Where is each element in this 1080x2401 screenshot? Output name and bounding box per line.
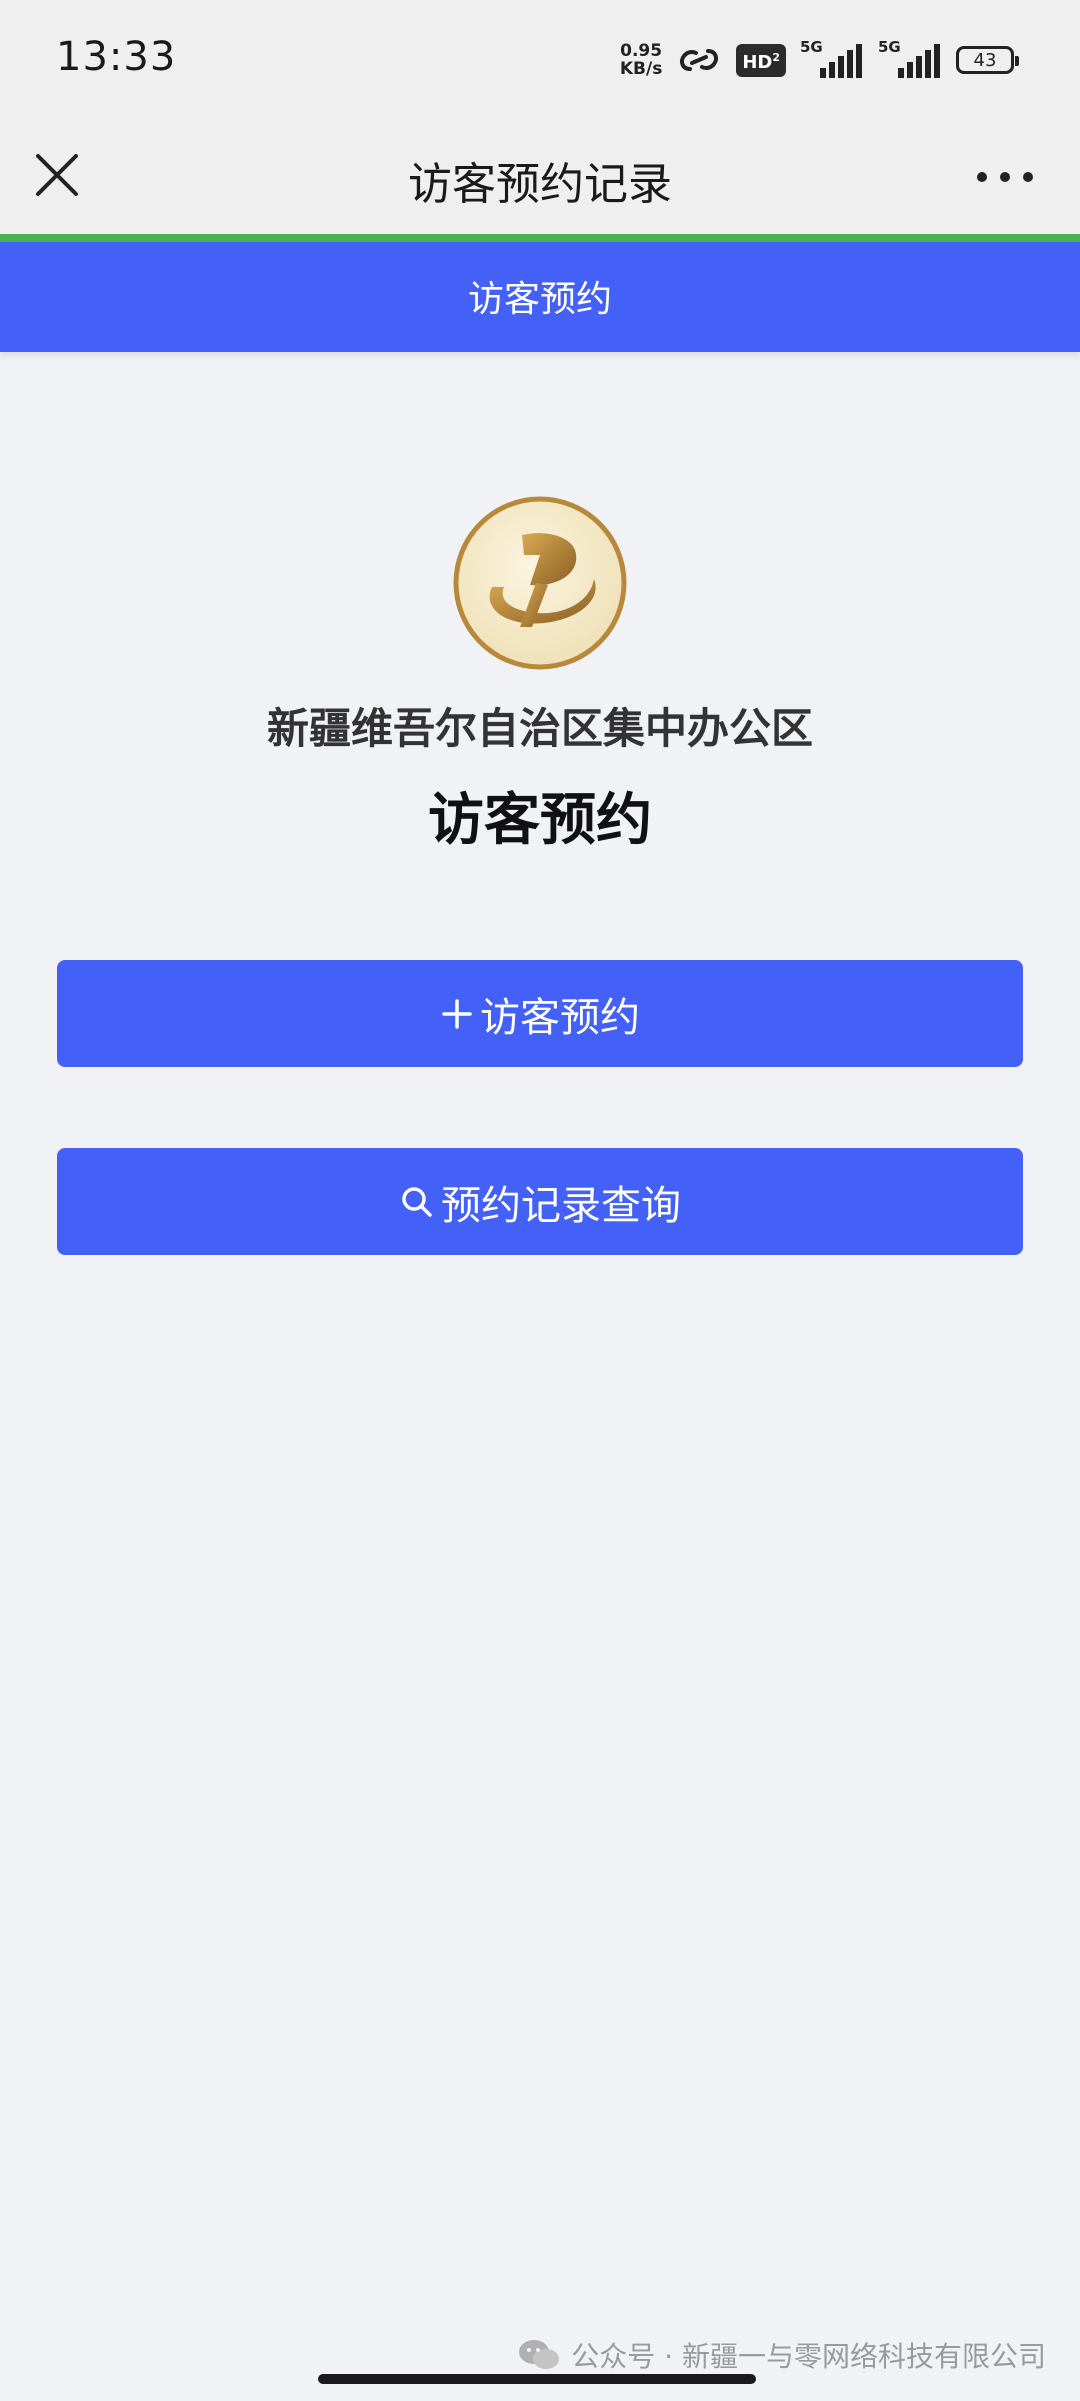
more-button[interactable] (970, 162, 1040, 192)
wechat-icon (519, 2340, 560, 2369)
network-speed-value: 0.95 (620, 41, 663, 61)
network-speed-unit: KB/s (619, 59, 663, 79)
page-title: 访客预约记录 (408, 159, 672, 210)
visitor-appointment-label: 访客预约 (480, 994, 640, 1041)
battery-level: 43 (973, 49, 997, 71)
appointment-records-query-button[interactable]: 预约记录查询 (57, 1148, 1023, 1255)
sim1-signal: 5G (800, 38, 864, 82)
title-bar: 访客预约记录 (0, 124, 1080, 234)
hd-voice-badge: HD2 (736, 43, 786, 77)
watermark-text: 公众号 · 新疆一与零网络科技有限公司 (571, 2340, 1046, 2373)
hd-label: HD (742, 51, 773, 73)
signal-icon (898, 44, 940, 78)
status-time: 13:33 (56, 34, 177, 80)
search-icon (399, 1184, 435, 1220)
organization-name: 新疆维吾尔自治区集中办公区 (266, 704, 813, 753)
signal-icon (820, 44, 862, 78)
appointment-records-query-label: 预约记录查询 (441, 1182, 681, 1229)
more-icon (977, 172, 1033, 182)
plus-icon (440, 997, 474, 1031)
logo-emblem-icon (453, 496, 627, 670)
link-icon (680, 49, 719, 71)
hd-sub: 2 (772, 50, 780, 64)
status-bar: 13:33 0.95 KB/s HD2 5G 5G 43 (0, 0, 1080, 124)
visitor-appointment-button[interactable]: 访客预约 (57, 960, 1023, 1067)
sim2-signal: 5G (878, 38, 942, 82)
network-speed: 0.95 KB/s (620, 42, 662, 78)
watermark: 公众号 · 新疆一与零网络科技有限公司 (517, 2335, 1046, 2375)
main-title: 访客预约 (428, 788, 652, 853)
organization-logo (452, 495, 628, 671)
section-header: 访客预约 (0, 242, 1080, 352)
battery-icon: 43 (956, 46, 1019, 74)
status-icons: 0.95 KB/s HD2 5G 5G 43 (620, 38, 1019, 82)
home-indicator[interactable] (318, 2374, 756, 2384)
loading-progress-bar (0, 234, 1080, 242)
section-header-title: 访客预约 (467, 279, 612, 320)
